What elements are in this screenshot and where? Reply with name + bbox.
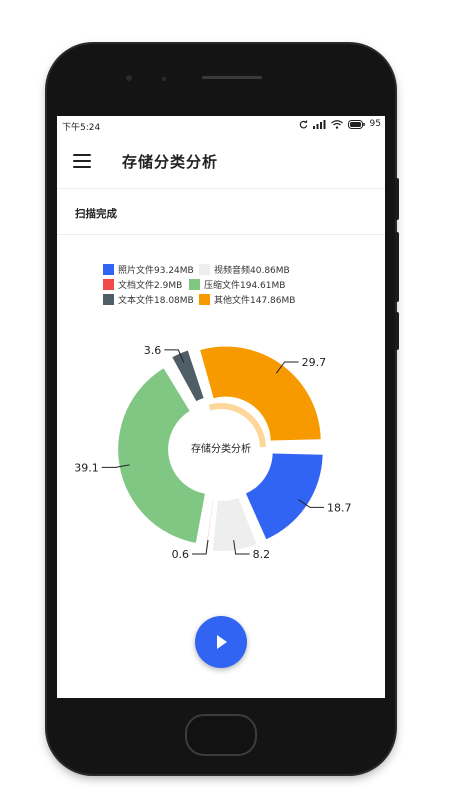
legend-item-photo[interactable]: 照片文件93.24MB (103, 263, 194, 276)
legend-item-other[interactable]: 其他文件147.86MB (199, 293, 295, 306)
chart-center-label: 存储分类分析 (191, 442, 251, 455)
scan-divider (57, 234, 385, 235)
donut-selection-ring (208, 403, 266, 448)
status-time: 下午5:24 (62, 123, 101, 133)
storage-donut-chart[interactable]: 18.7 8.2 0.6 39.1 3.6 29.7 存储分类分析 (57, 331, 385, 561)
battery-icon (347, 119, 365, 129)
legend-item-document[interactable]: 文档文件2.9MB (103, 278, 182, 291)
legend-item-text[interactable]: 文本文件18.08MB (103, 293, 194, 306)
legend-label-other: 其他文件147.86MB (214, 296, 296, 306)
volume-button (395, 178, 399, 220)
donut-slice-video-audio[interactable] (212, 497, 257, 551)
sensor (162, 77, 166, 81)
donut-slice-archive[interactable] (118, 368, 205, 543)
legend-label-photo: 照片文件93.24MB (118, 266, 194, 276)
legend-swatch-document (103, 279, 114, 290)
legend-swatch-video-audio (199, 264, 210, 275)
data-label-text: 3.6 (144, 344, 162, 357)
power-button (395, 232, 399, 302)
sync-icon (299, 120, 307, 128)
app-bar: 存储分类分析 (57, 138, 385, 184)
data-label-other: 29.7 (302, 356, 327, 369)
data-label-photo: 18.7 (327, 501, 352, 514)
signal-icon (312, 119, 326, 129)
status-icons: 95 (299, 119, 381, 129)
battery-level: 95 (369, 119, 381, 129)
wifi-icon (330, 119, 343, 129)
legend-item-archive[interactable]: 压缩文件194.61MB (189, 278, 285, 291)
header-divider (57, 188, 385, 189)
legend-label-archive: 压缩文件194.61MB (204, 281, 286, 291)
screen: 下午5:24 95 存储分类分析 扫描完成 照片文件93.24MB 视频音频40… (57, 116, 385, 698)
data-label-archive: 39.1 (74, 461, 99, 474)
legend-swatch-text (103, 294, 114, 305)
play-icon (217, 635, 227, 649)
play-button[interactable] (195, 616, 247, 668)
legend-swatch-archive (189, 279, 200, 290)
earpiece-speaker (202, 76, 262, 79)
data-label-document: 0.6 (172, 548, 190, 561)
status-bar: 下午5:24 95 (57, 116, 385, 136)
legend-swatch-photo (103, 264, 114, 275)
menu-icon[interactable] (73, 154, 91, 168)
data-label-video-audio: 8.2 (253, 548, 270, 561)
legend-label-text: 文本文件18.08MB (118, 296, 194, 306)
page-title: 存储分类分析 (122, 153, 219, 171)
legend-item-video-audio[interactable]: 视频音频40.86MB (199, 263, 290, 276)
donut-slice-document[interactable] (205, 500, 214, 550)
donut-slice-photo[interactable] (245, 453, 323, 540)
home-button[interactable] (185, 714, 257, 756)
legend-label-video-audio: 视频音频40.86MB (214, 266, 290, 276)
scan-status-text: 扫描完成 (75, 208, 117, 220)
side-button-lower (395, 312, 399, 350)
front-camera (126, 75, 132, 81)
legend-swatch-other (199, 294, 210, 305)
legend-label-document: 文档文件2.9MB (118, 281, 183, 291)
